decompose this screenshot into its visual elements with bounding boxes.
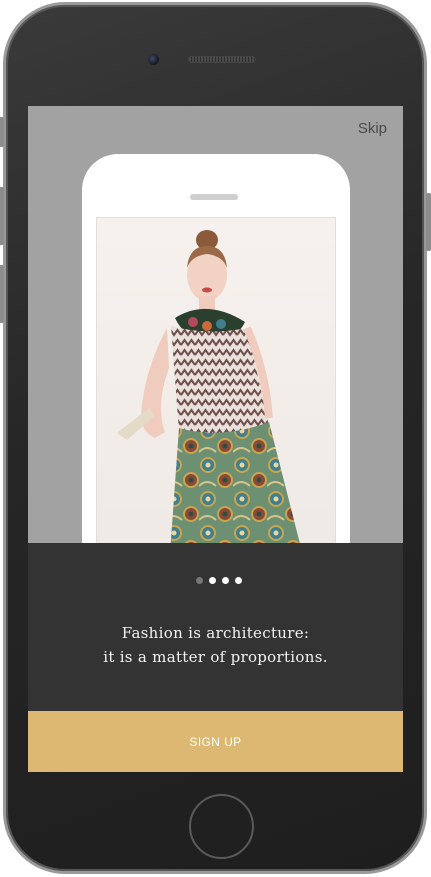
pagination-dot[interactable] xyxy=(235,577,242,584)
tagline-line-2: it is a matter of proportions. xyxy=(103,648,328,666)
pagination-dot[interactable] xyxy=(196,577,203,584)
volume-down-button xyxy=(0,265,4,323)
skip-button[interactable]: Skip xyxy=(358,120,387,137)
home-button[interactable] xyxy=(189,794,254,859)
sign-up-button[interactable]: SIGN UP xyxy=(28,711,403,772)
mute-switch xyxy=(0,117,4,147)
tagline-line-1: Fashion is architecture: xyxy=(121,624,310,642)
front-camera-icon xyxy=(148,54,159,65)
fashion-model-photo xyxy=(96,217,336,594)
pagination-dot[interactable] xyxy=(209,577,216,584)
pagination-dots[interactable] xyxy=(196,577,242,584)
mock-phone-speaker xyxy=(190,194,238,200)
onboarding-caption-panel: Fashion is architecture: it is a matter … xyxy=(28,543,403,711)
onboarding-screen: Skip Fashion is architecture: it is a ma… xyxy=(28,106,403,772)
volume-up-button xyxy=(0,187,4,245)
earpiece-speaker xyxy=(188,56,256,63)
pagination-dot[interactable] xyxy=(222,577,229,584)
power-button xyxy=(426,193,431,251)
fashion-model-illustration xyxy=(117,230,313,593)
mock-phone-frame xyxy=(82,154,350,594)
onboarding-tagline: Fashion is architecture: it is a matter … xyxy=(28,621,403,669)
